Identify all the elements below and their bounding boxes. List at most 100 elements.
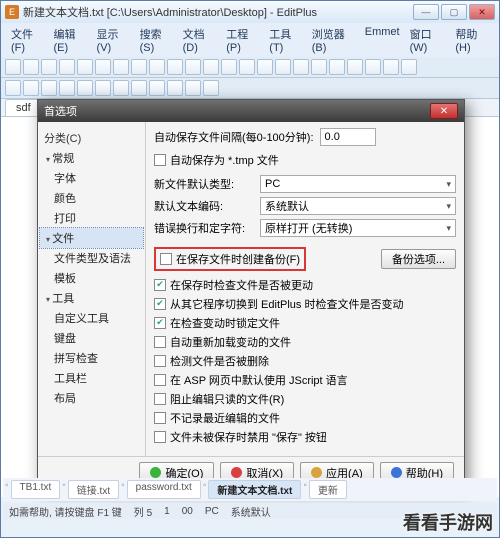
autosave-input[interactable] — [320, 128, 376, 146]
app-window: E 新建文本文档.txt [C:\Users\Administrator\Des… — [0, 0, 500, 538]
toolbar-button[interactable] — [131, 59, 147, 75]
menu-view[interactable]: 显示(V) — [93, 25, 134, 55]
tree-filetypes[interactable]: 文件类型及语法 — [40, 248, 143, 268]
dialog-close-button[interactable]: ✕ — [430, 103, 458, 119]
footer-tab[interactable]: TB1.txt — [11, 480, 61, 499]
toolbar-2 — [1, 78, 499, 99]
tree-keyboard[interactable]: 键盘 — [40, 328, 143, 348]
toolbar-button[interactable] — [41, 80, 57, 96]
detect-deleted-checkbox[interactable] — [154, 355, 166, 367]
toolbar-button[interactable] — [185, 80, 201, 96]
toolbar-button[interactable] — [383, 59, 399, 75]
tree-colors[interactable]: 颜色 — [40, 188, 143, 208]
check-lock-checkbox[interactable] — [154, 317, 166, 329]
toolbar-1 — [1, 57, 499, 78]
toolbar-button[interactable] — [221, 59, 237, 75]
block-readonly-checkbox[interactable] — [154, 393, 166, 405]
toolbar-button[interactable] — [113, 59, 129, 75]
maximize-button[interactable]: ▢ — [441, 4, 467, 20]
toolbar-button[interactable] — [5, 80, 21, 96]
toolbar-button[interactable] — [365, 59, 381, 75]
menu-search[interactable]: 搜索(S) — [136, 25, 177, 55]
toolbar-button[interactable] — [203, 59, 219, 75]
toolbar-button[interactable] — [275, 59, 291, 75]
menu-doc[interactable]: 文档(D) — [179, 25, 221, 55]
footer-tab[interactable]: 链接.txt — [68, 480, 119, 499]
close-button[interactable]: ✕ — [469, 4, 495, 20]
footer-tab[interactable]: password.txt — [127, 480, 201, 499]
auto-reload-checkbox[interactable] — [154, 336, 166, 348]
menu-window[interactable]: 窗口(W) — [406, 25, 450, 55]
tree-file[interactable]: 文件 — [40, 228, 143, 248]
toolbar-button[interactable] — [77, 80, 93, 96]
minimize-button[interactable]: — — [413, 4, 439, 20]
footer-tab-active[interactable]: 新建文本文档.txt — [208, 480, 301, 499]
menu-edit[interactable]: 编辑(E) — [49, 25, 90, 55]
toolbar-button[interactable] — [167, 59, 183, 75]
check-modified-checkbox[interactable] — [154, 279, 166, 291]
menu-tools[interactable]: 工具(T) — [265, 25, 305, 55]
autosave-tmp-checkbox[interactable] — [154, 154, 166, 166]
dialog-titlebar: 首选项 ✕ — [38, 100, 464, 122]
toolbar-button[interactable] — [311, 59, 327, 75]
toolbar-button[interactable] — [203, 80, 219, 96]
toolbar-button[interactable] — [113, 80, 129, 96]
tree-layout[interactable]: 布局 — [40, 388, 143, 408]
toolbar-button[interactable] — [23, 59, 39, 75]
toolbar-button[interactable] — [347, 59, 363, 75]
menu-project[interactable]: 工程(P) — [222, 25, 263, 55]
toolbar-button[interactable] — [59, 80, 75, 96]
auto-reload-label: 自动重新加载变动的文件 — [170, 334, 291, 350]
check-switch-label: 从其它程序切换到 EditPlus 时检查文件是否变动 — [170, 296, 403, 312]
tree-usertools[interactable]: 自定义工具 — [40, 308, 143, 328]
menu-help[interactable]: 帮助(H) — [451, 25, 493, 55]
toolbar-button[interactable] — [77, 59, 93, 75]
toolbar-button[interactable] — [23, 80, 39, 96]
menubar: 文件(F) 编辑(E) 显示(V) 搜索(S) 文档(D) 工程(P) 工具(T… — [1, 23, 499, 57]
menu-browser[interactable]: 浏览器(B) — [308, 25, 359, 55]
wrap-label: 错误换行和定字符: — [154, 220, 254, 236]
tree-general[interactable]: 常规 — [40, 148, 143, 168]
autosave-tmp-label: 自动保存为 *.tmp 文件 — [170, 152, 279, 168]
footer-tab[interactable]: 更新 — [309, 480, 347, 499]
toolbar-button[interactable] — [239, 59, 255, 75]
preferences-dialog: 首选项 ✕ 分类(C) 常规 字体 颜色 打印 文件 文件类型及语法 模板 工具… — [37, 99, 465, 489]
newfile-type-combo[interactable]: PC — [260, 175, 456, 193]
toolbar-button[interactable] — [401, 59, 417, 75]
menu-file[interactable]: 文件(F) — [7, 25, 47, 55]
titlebar: E 新建文本文档.txt [C:\Users\Administrator\Des… — [1, 1, 499, 23]
backup-checkbox[interactable] — [160, 253, 172, 265]
tree-tools[interactable]: 工具 — [40, 288, 143, 308]
settings-panel: 自动保存文件间隔(每0-100分钟): 自动保存为 *.tmp 文件 新文件默认… — [146, 122, 464, 456]
toolbar-button[interactable] — [149, 59, 165, 75]
tree-spell[interactable]: 拼写检查 — [40, 348, 143, 368]
toolbar-button[interactable] — [185, 59, 201, 75]
watermark: 看看手游网 — [403, 509, 493, 535]
backup-options-button[interactable]: 备份选项... — [381, 249, 456, 269]
tree-print[interactable]: 打印 — [40, 208, 143, 228]
toolbar-button[interactable] — [95, 80, 111, 96]
no-files-checkbox[interactable] — [154, 431, 166, 443]
toolbar-button[interactable] — [149, 80, 165, 96]
toolbar-button[interactable] — [95, 59, 111, 75]
tree-templates[interactable]: 模板 — [40, 268, 143, 288]
menu-emmet[interactable]: Emmet — [361, 25, 404, 55]
toolbar-button[interactable] — [329, 59, 345, 75]
tree-toolbar[interactable]: 工具栏 — [40, 368, 143, 388]
toolbar-button[interactable] — [167, 80, 183, 96]
autosave-label: 自动保存文件间隔(每0-100分钟): — [154, 129, 314, 145]
newfile-type-label: 新文件默认类型: — [154, 176, 254, 192]
toolbar-button[interactable] — [59, 59, 75, 75]
toolbar-button[interactable] — [41, 59, 57, 75]
check-switch-checkbox[interactable] — [154, 298, 166, 310]
default-encoding-combo[interactable]: 系统默认 — [260, 197, 456, 215]
toolbar-button[interactable] — [293, 59, 309, 75]
wrap-combo[interactable]: 原样打开 (无转换) — [260, 219, 456, 237]
asp-jscript-checkbox[interactable] — [154, 374, 166, 386]
no-recent-label: 不记录最近编辑的文件 — [170, 410, 280, 426]
tree-font[interactable]: 字体 — [40, 168, 143, 188]
toolbar-button[interactable] — [5, 59, 21, 75]
toolbar-button[interactable] — [131, 80, 147, 96]
no-recent-checkbox[interactable] — [154, 412, 166, 424]
toolbar-button[interactable] — [257, 59, 273, 75]
